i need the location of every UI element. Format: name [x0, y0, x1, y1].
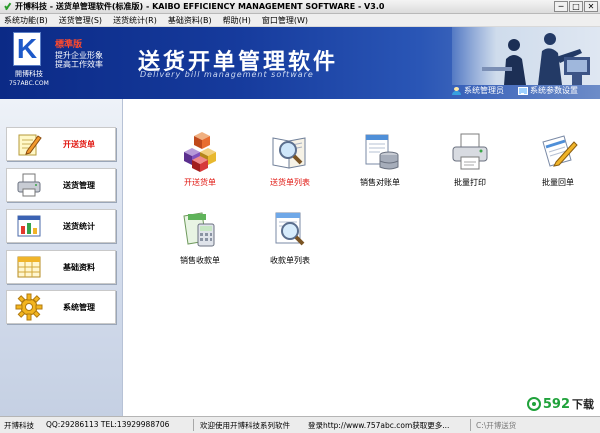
tile-collection-list[interactable]: 收款单列表 [254, 210, 326, 272]
sidebar-item-new-delivery[interactable]: 开送货单 [6, 127, 116, 161]
office-photo [452, 27, 600, 85]
sidebar-item-label: 送货管理 [63, 180, 95, 190]
sidebar-item-system-management[interactable]: 系统管理 [6, 290, 116, 324]
app-check-icon [4, 3, 12, 11]
tile-batch-receipt[interactable]: 批量回单 [522, 132, 594, 194]
app-window: 开博科技 - 送货单管理软件(标准版) - KAIBO EFFICIENCY M… [0, 0, 600, 433]
maximize-button[interactable]: □ [569, 1, 583, 12]
slogan-line-2: 提高工作效率 [55, 60, 103, 69]
minimize-button[interactable]: ─ [554, 1, 568, 12]
sidebar-item-label: 送货统计 [63, 221, 95, 231]
watermark-text: 下载 [572, 398, 594, 411]
menu-window[interactable]: 窗口管理(W) [262, 15, 308, 26]
window-title: 开博科技 - 送货单管理软件(标准版) - KAIBO EFFICIENCY M… [15, 2, 385, 11]
tile-batch-print[interactable]: 批量打印 [434, 132, 506, 194]
pencil-document-icon [538, 132, 578, 172]
edition-label: 標準版 [55, 40, 83, 50]
main-content: 开送货单 送货单列表 销售对账单 批量打印 批量回单 销售收款单 收款单列表 [124, 99, 600, 416]
menu-system[interactable]: 系统功能(B) [4, 15, 48, 26]
tile-sales-collection[interactable]: 销售收款单 [164, 210, 236, 272]
printer-icon [15, 171, 43, 199]
sidebar-item-label: 基础资料 [63, 262, 95, 272]
logo-url: 757ABC.COM [9, 80, 49, 87]
tile-new-delivery[interactable]: 开送货单 [164, 132, 236, 194]
magnifier-document-icon [270, 210, 310, 250]
header-links: 系统管理员 系统参数设置 [452, 85, 578, 96]
sidebar-item-delivery-management[interactable]: 送货管理 [6, 168, 116, 202]
user-link-label: 系统管理员 [464, 86, 504, 95]
menu-bar: 系统功能(B) 送货管理(S) 送货统计(R) 基础资料(B) 帮助(H) 窗口… [0, 14, 600, 27]
menu-basic-data[interactable]: 基础资料(B) [168, 15, 212, 26]
magnifier-book-icon [270, 132, 310, 172]
cubes-icon [180, 132, 220, 172]
header-banner: K 開博科技 757ABC.COM 標準版 提升企业形象 提高工作效率 送货开单… [0, 27, 600, 99]
status-welcome: 欢迎使用开博科技系列软件 [200, 421, 290, 430]
close-button[interactable]: ✕ [584, 1, 598, 12]
sidebar-item-basic-data[interactable]: 基础资料 [6, 250, 116, 284]
tile-label: 送货单列表 [270, 178, 310, 187]
tile-label: 收款单列表 [270, 256, 310, 265]
status-company: 开博科技 [4, 421, 34, 430]
user-icon [452, 86, 461, 95]
app-subtitle: Delivery bill management software [140, 70, 314, 79]
sidebar-item-delivery-statistics[interactable]: 送货统计 [6, 209, 116, 243]
watermark-number: 592 [542, 396, 570, 412]
pencil-note-icon [15, 130, 43, 158]
tile-label: 销售对账单 [360, 178, 400, 187]
watermark-icon [526, 397, 541, 411]
tile-delivery-list[interactable]: 送货单列表 [254, 132, 326, 194]
status-divider [470, 419, 471, 431]
watermark-logo: 592 下载 [526, 396, 594, 412]
logo-company-name: 開博科技 [15, 70, 43, 78]
monitor-icon [518, 86, 528, 95]
menu-help[interactable]: 帮助(H) [223, 15, 251, 26]
status-divider [193, 419, 194, 431]
company-logo: K [13, 32, 41, 66]
title-bar: 开博科技 - 送货单管理软件(标准版) - KAIBO EFFICIENCY M… [0, 0, 600, 14]
gear-icon [15, 293, 43, 321]
tile-label: 开送货单 [184, 178, 216, 187]
status-contact: QQ:29286113 TEL:13929988706 [46, 420, 170, 429]
sidebar-item-label: 开送货单 [63, 139, 95, 149]
settings-link[interactable]: 系统参数设置 [518, 85, 578, 96]
window-controls: ─ □ ✕ [554, 1, 598, 12]
bar-chart-icon [15, 212, 43, 240]
tile-label: 批量打印 [454, 178, 486, 187]
printer-icon [450, 132, 490, 172]
database-document-icon [360, 132, 400, 172]
tile-sales-statement[interactable]: 销售对账单 [344, 132, 416, 194]
calendar-grid-icon [15, 253, 43, 281]
sidebar-item-label: 系统管理 [63, 302, 95, 312]
tile-label: 批量回单 [542, 178, 574, 187]
sidebar: 开送货单 送货管理 送货统计 基础资料 系统管理 [0, 99, 123, 416]
status-bar: 开博科技 QQ:29286113 TEL:13929988706 欢迎使用开博科… [0, 416, 600, 433]
status-path: C:\开博送货 [476, 421, 517, 430]
status-website[interactable]: 登录http://www.757abc.com获取更多... [308, 420, 449, 431]
calculator-document-icon [180, 210, 220, 250]
menu-delivery-statistics[interactable]: 送货统计(R) [113, 15, 157, 26]
tile-label: 销售收款单 [180, 256, 220, 265]
settings-link-label: 系统参数设置 [530, 86, 578, 95]
menu-delivery-management[interactable]: 送货管理(S) [59, 15, 102, 26]
user-link[interactable]: 系统管理员 [452, 85, 504, 96]
